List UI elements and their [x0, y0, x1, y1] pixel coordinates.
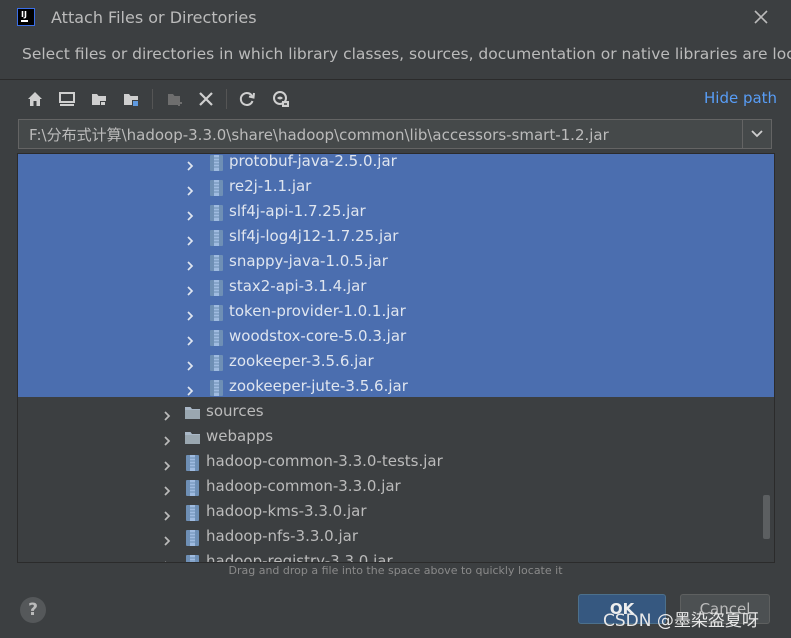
chevron-right-icon[interactable] [161, 407, 173, 421]
folder-icon [184, 404, 201, 422]
jar-icon [208, 229, 225, 247]
show-hidden-icon[interactable] [268, 86, 294, 112]
chevron-right-icon[interactable] [184, 357, 196, 371]
new-folder-icon[interactable] [162, 86, 188, 112]
help-button[interactable]: ? [20, 597, 46, 623]
file-tree[interactable]: protobuf-java-2.5.0.jar re2j-1.1.jar slf4j… [17, 153, 775, 563]
jar-icon [208, 279, 225, 297]
chevron-right-icon[interactable] [161, 557, 173, 562]
chevron-right-icon[interactable] [184, 332, 196, 346]
csdn-watermark: CSDN @墨染盗夏呀 [603, 611, 759, 631]
dialog-title: Attach Files or Directories [51, 8, 257, 27]
module-folder-icon[interactable] [118, 86, 144, 112]
path-input[interactable] [19, 120, 743, 148]
tree-row[interactable]: re2j-1.1.jar [18, 176, 758, 201]
tree-row-label: woodstox-core-5.0.3.jar [229, 327, 407, 345]
jar-icon [208, 154, 225, 172]
dialog-description: Select files or directories in which lib… [22, 45, 791, 63]
tree-row-label: protobuf-java-2.5.0.jar [229, 153, 397, 170]
jar-icon [208, 254, 225, 272]
tree-row-label: hadoop-registry-3.3.0.jar [206, 552, 393, 563]
tree-row-label: hadoop-common-3.3.0-tests.jar [206, 452, 443, 470]
tree-row-label: sources [206, 402, 264, 420]
tree-row-label: re2j-1.1.jar [229, 177, 312, 195]
chevron-right-icon[interactable] [184, 182, 196, 196]
hide-path-link[interactable]: Hide path [704, 89, 777, 107]
desktop-icon[interactable] [54, 86, 80, 112]
chevron-right-icon[interactable] [161, 507, 173, 521]
tree-row[interactable]: stax2-api-3.1.4.jar [18, 276, 758, 301]
tree-row[interactable]: token-provider-1.0.1.jar [18, 301, 758, 326]
tree-row-label: hadoop-nfs-3.3.0.jar [206, 527, 358, 545]
tree-row-label: stax2-api-3.1.4.jar [229, 277, 367, 295]
tree-row-label: snappy-java-1.0.5.jar [229, 252, 388, 270]
tree-row[interactable]: sources [18, 401, 758, 426]
tree-row-label: slf4j-log4j12-1.7.25.jar [229, 227, 399, 245]
close-icon[interactable] [750, 6, 772, 28]
jar-icon [184, 529, 201, 547]
tree-row[interactable]: zookeeper-3.5.6.jar [18, 351, 758, 376]
drag-drop-hint: Drag and drop a file into the space abov… [228, 564, 563, 577]
chevron-right-icon[interactable] [161, 532, 173, 546]
chevron-down-icon[interactable] [742, 120, 771, 148]
jar-icon [208, 179, 225, 197]
file-chooser-toolbar [22, 86, 782, 112]
chevron-right-icon[interactable] [161, 457, 173, 471]
tree-row[interactable]: slf4j-log4j12-1.7.25.jar [18, 226, 758, 251]
jar-icon [184, 479, 201, 497]
tree-row-label: zookeeper-jute-3.5.6.jar [229, 377, 408, 395]
tree-row[interactable]: protobuf-java-2.5.0.jar [18, 153, 758, 176]
tree-row-label: token-provider-1.0.1.jar [229, 302, 406, 320]
chevron-right-icon[interactable] [184, 232, 196, 246]
toolbar-separator [152, 89, 153, 109]
toolbar-separator [226, 89, 227, 109]
home-icon[interactable] [22, 86, 48, 112]
tree-row[interactable]: hadoop-registry-3.3.0.jar [18, 551, 758, 563]
path-combobox [18, 119, 772, 149]
chevron-right-icon[interactable] [161, 432, 173, 446]
refresh-icon[interactable] [234, 86, 260, 112]
tree-row[interactable]: woodstox-core-5.0.3.jar [18, 326, 758, 351]
jar-icon [208, 304, 225, 322]
jar-icon [208, 329, 225, 347]
tree-row[interactable]: snappy-java-1.0.5.jar [18, 251, 758, 276]
tree-row-label: hadoop-common-3.3.0.jar [206, 477, 401, 495]
title-bar: IJ Attach Files or Directories [0, 0, 791, 36]
jar-icon [208, 379, 225, 397]
jar-icon [208, 354, 225, 372]
tree-row[interactable]: hadoop-kms-3.3.0.jar [18, 501, 758, 526]
chevron-right-icon[interactable] [184, 307, 196, 321]
jar-icon [184, 554, 201, 562]
tree-row-label: zookeeper-3.5.6.jar [229, 352, 374, 370]
tree-row-label: webapps [206, 427, 274, 445]
jar-icon [184, 504, 201, 522]
chevron-right-icon[interactable] [184, 257, 196, 271]
tree-row-label: slf4j-api-1.7.25.jar [229, 202, 366, 220]
delete-icon[interactable] [193, 86, 219, 112]
chevron-right-icon[interactable] [184, 282, 196, 296]
scrollbar-thumb[interactable] [763, 495, 770, 539]
tree-row[interactable]: slf4j-api-1.7.25.jar [18, 201, 758, 226]
vertical-scrollbar[interactable] [760, 155, 772, 561]
tree-row[interactable]: hadoop-common-3.3.0.jar [18, 476, 758, 501]
chevron-right-icon[interactable] [161, 482, 173, 496]
divider [0, 79, 791, 80]
jar-icon [208, 204, 225, 222]
tree-row[interactable]: hadoop-common-3.3.0-tests.jar [18, 451, 758, 476]
project-folder-icon[interactable] [86, 86, 112, 112]
tree-row-label: hadoop-kms-3.3.0.jar [206, 502, 367, 520]
folder-icon [184, 429, 201, 447]
tree-row[interactable]: hadoop-nfs-3.3.0.jar [18, 526, 758, 551]
jar-icon [184, 454, 201, 472]
tree-row[interactable]: webapps [18, 426, 758, 451]
chevron-right-icon[interactable] [184, 382, 196, 396]
chevron-right-icon[interactable] [184, 207, 196, 221]
chevron-right-icon[interactable] [184, 157, 196, 171]
intellij-app-icon: IJ [17, 8, 35, 26]
tree-row[interactable]: zookeeper-jute-3.5.6.jar [18, 376, 758, 401]
